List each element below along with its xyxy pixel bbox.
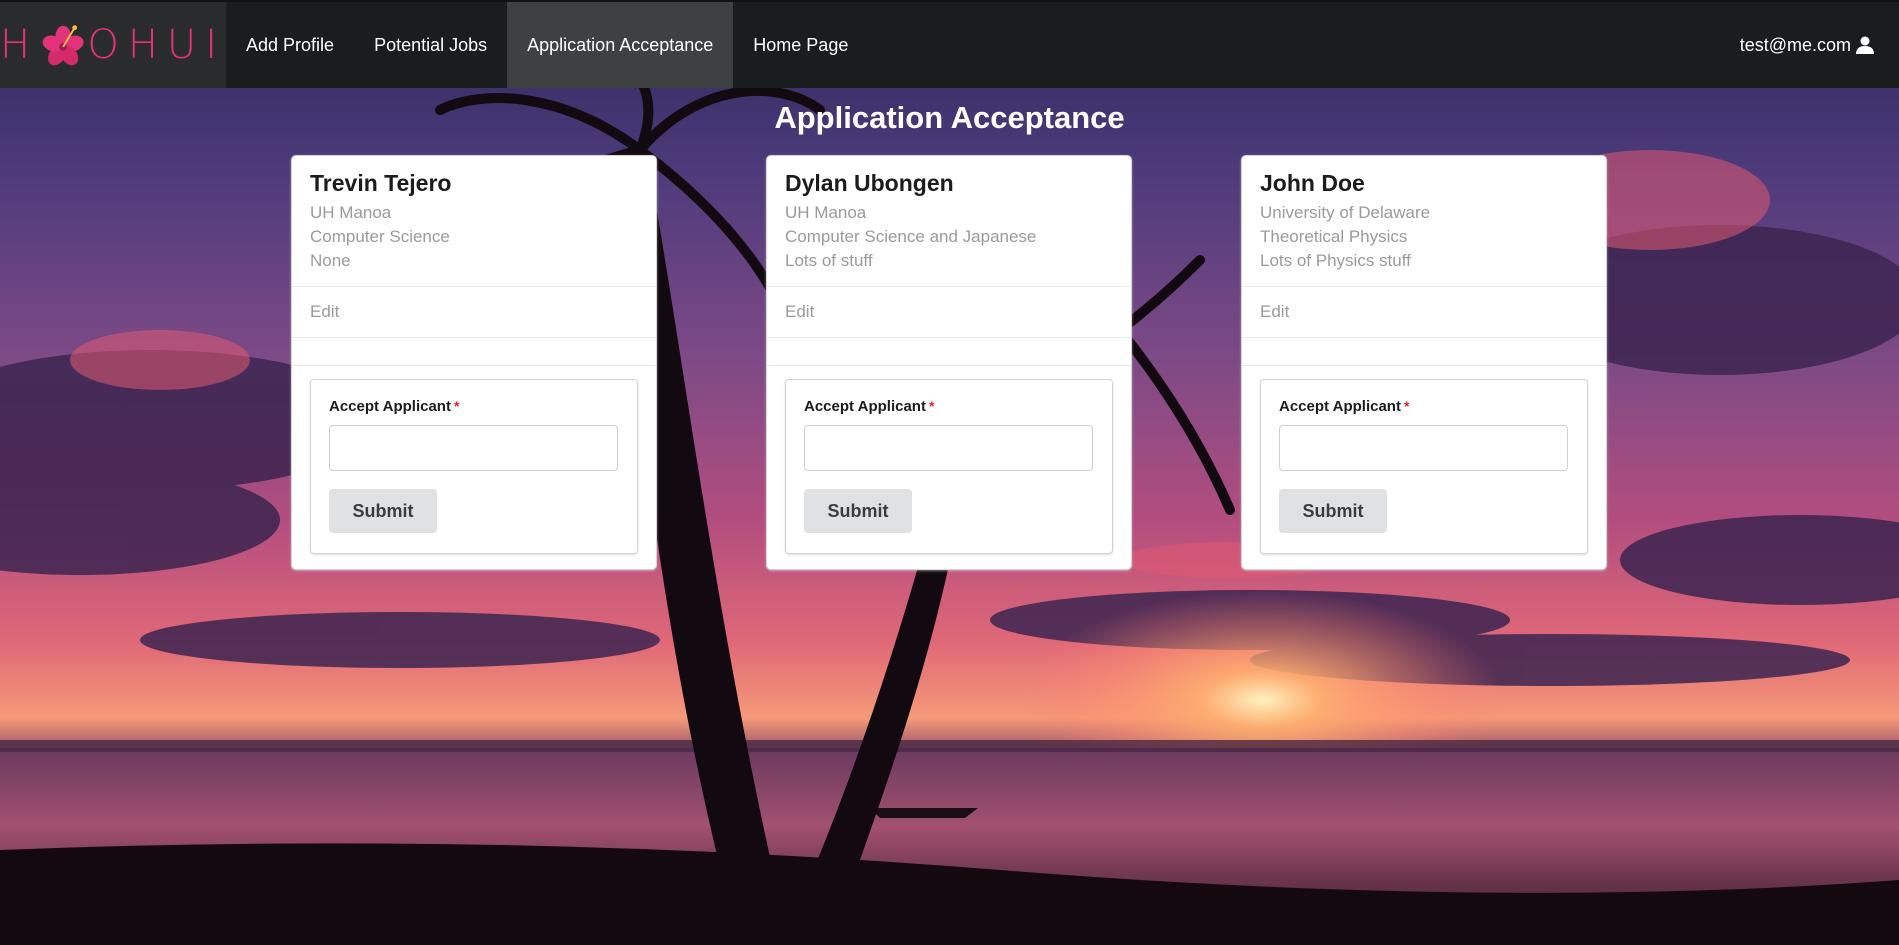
- applicant-experience: Lots of stuff: [785, 251, 873, 270]
- applicant-experience: Lots of Physics stuff: [1260, 251, 1411, 270]
- submit-button[interactable]: Submit: [804, 489, 912, 533]
- accept-applicant-input[interactable]: [1279, 425, 1568, 471]
- user-email: test@me.com: [1739, 34, 1851, 55]
- applicant-card: Dylan Ubongen UH Manoa Computer Science …: [767, 156, 1131, 569]
- edit-link[interactable]: Edit: [1242, 287, 1606, 338]
- applicant-major: Computer Science: [310, 227, 450, 246]
- nav-application-acceptance[interactable]: Application Acceptance: [507, 2, 734, 88]
- applicant-school: UH Manoa: [310, 203, 392, 222]
- applicant-school: UH Manoa: [785, 203, 867, 222]
- applicant-card: Trevin Tejero UH Manoa Computer Science …: [292, 156, 656, 569]
- nav-potential-jobs[interactable]: Potential Jobs: [354, 2, 507, 88]
- brand-text-end: OHUI: [87, 22, 226, 68]
- applicant-name: Trevin Tejero: [310, 170, 452, 196]
- nav-home-page[interactable]: Home Page: [733, 2, 868, 88]
- page-title: Application Acceptance: [774, 100, 1125, 135]
- user-menu[interactable]: test@me.com: [1740, 2, 1899, 88]
- accept-applicant-label-text: Accept Applicant: [804, 398, 926, 415]
- card-divider: [292, 338, 656, 366]
- accept-applicant-label: Accept Applicant *: [804, 398, 1094, 415]
- brand-text-start: H: [0, 22, 40, 68]
- applicant-name: John Doe: [1260, 170, 1365, 196]
- applicant-card: John Doe University of Delaware Theoreti…: [1242, 156, 1606, 569]
- accept-applicant-label-text: Accept Applicant: [1279, 398, 1401, 415]
- applicant-name: Dylan Ubongen: [785, 170, 954, 196]
- accept-applicant-label-text: Accept Applicant: [329, 398, 451, 415]
- card-divider: [1242, 338, 1606, 366]
- submit-button[interactable]: Submit: [1279, 489, 1387, 533]
- accept-applicant-form: Accept Applicant * Submit: [1260, 379, 1588, 554]
- accept-applicant-form: Accept Applicant * Submit: [785, 379, 1113, 554]
- card-divider: [767, 338, 1131, 366]
- card-content: Trevin Tejero UH Manoa Computer Science …: [292, 156, 656, 287]
- required-marker: *: [1403, 398, 1410, 414]
- applicant-school: University of Delaware: [1260, 203, 1431, 222]
- applicant-major: Computer Science and Japanese: [785, 227, 1037, 246]
- accept-applicant-input[interactable]: [329, 425, 618, 471]
- nav-add-profile[interactable]: Add Profile: [226, 2, 354, 88]
- hibiscus-flower-icon: [42, 25, 84, 66]
- card-content: John Doe University of Delaware Theoreti…: [1242, 156, 1606, 287]
- required-marker: *: [453, 398, 460, 414]
- top-navbar: H OHUI Add Profile Potential Jobs Applic…: [0, 0, 1899, 88]
- card-content: Dylan Ubongen UH Manoa Computer Science …: [767, 156, 1131, 287]
- accept-applicant-label: Accept Applicant *: [1279, 398, 1569, 415]
- user-icon: [1856, 36, 1874, 54]
- edit-link[interactable]: Edit: [292, 287, 656, 338]
- required-marker: *: [928, 398, 935, 414]
- applicant-experience: None: [310, 251, 351, 270]
- edit-link[interactable]: Edit: [767, 287, 1131, 338]
- accept-applicant-input[interactable]: [804, 425, 1093, 471]
- accept-applicant-form: Accept Applicant * Submit: [310, 379, 638, 554]
- accept-applicant-label: Accept Applicant *: [329, 398, 619, 415]
- submit-button[interactable]: Submit: [329, 489, 437, 533]
- applicant-major: Theoretical Physics: [1260, 227, 1408, 246]
- brand-logo[interactable]: H OHUI: [0, 2, 226, 88]
